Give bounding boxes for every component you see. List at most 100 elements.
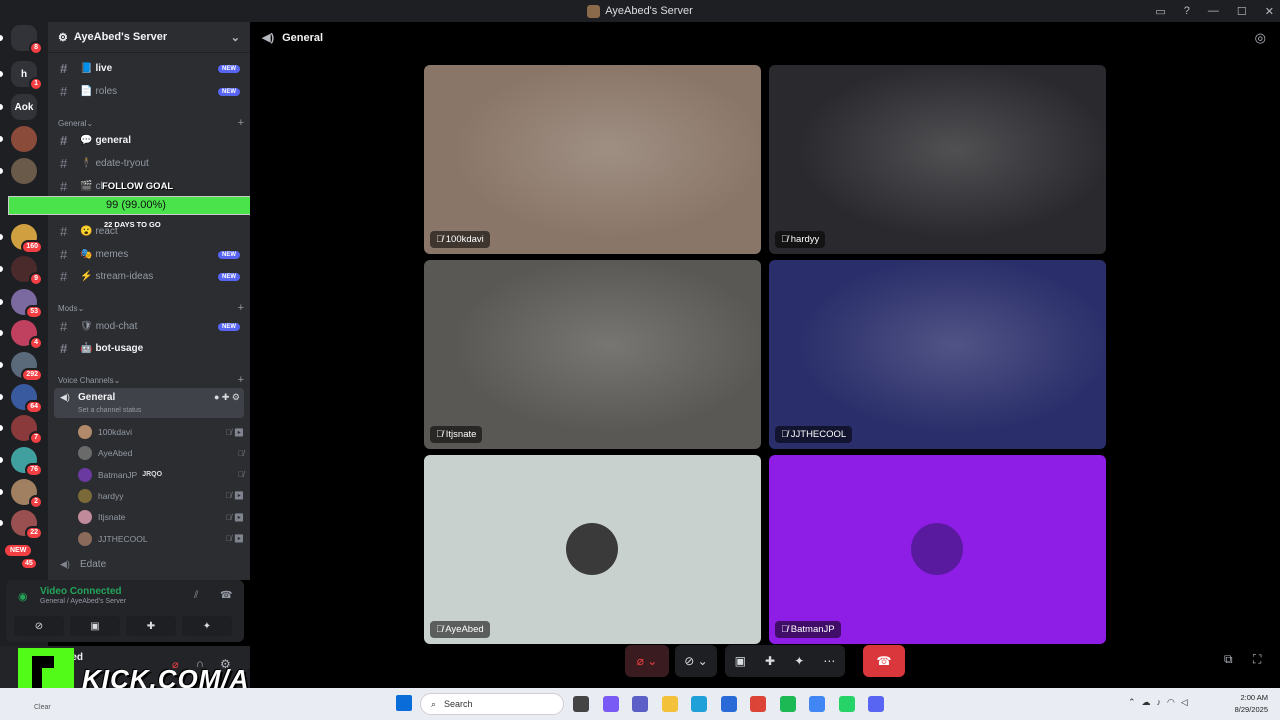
channel-edate-tryout[interactable]: # 🕴 edate-tryout: [54, 153, 244, 174]
voice-user[interactable]: BatmanJP JRQO 🎙̸: [78, 465, 244, 485]
server-h-icon[interactable]: h1: [11, 61, 43, 91]
store-icon[interactable]: [720, 696, 737, 712]
screen-share-button[interactable]: ▣ ✚ ✦ ⋯: [725, 645, 845, 677]
server-4-icon[interactable]: 9: [11, 256, 43, 286]
category-general[interactable]: General ⌄ +: [58, 117, 244, 129]
taskbar-clock[interactable]: 2:00 AM 8/29/2025: [1235, 692, 1268, 716]
video-tile-jjthecool[interactable]: 🎙̸ JJTHECOOL: [769, 260, 1106, 449]
add-channel-icon[interactable]: +: [238, 117, 244, 129]
chevron-down-icon: ⌄: [86, 118, 94, 128]
teams-icon[interactable]: [632, 696, 648, 712]
edge-icon[interactable]: [691, 696, 707, 712]
inbox-icon[interactable]: ▭: [1155, 5, 1165, 18]
channel-live[interactable]: # 📘 live NEW: [54, 58, 244, 79]
voice-user[interactable]: hardyy 🎙̸ ▶: [78, 486, 244, 506]
video-tile-itjsnate[interactable]: 🎙̸ Itjsnate: [424, 260, 761, 449]
video-tile-ayeabed[interactable]: 🎙̸ AyeAbed: [424, 455, 761, 644]
channel-memes[interactable]: # 🎭 memes NEW: [54, 244, 244, 265]
server-9-icon[interactable]: 7: [11, 415, 43, 445]
share-screen-button[interactable]: ▣: [70, 616, 120, 636]
close-button[interactable]: ✕: [1265, 5, 1274, 18]
voice-user[interactable]: JJTHECOOL 🎙̸ ▶: [78, 529, 244, 549]
maximize-button[interactable]: ☐: [1237, 5, 1247, 18]
discord-icon[interactable]: [868, 696, 884, 712]
speaker-icon: ◀): [60, 392, 70, 402]
screen-share-icon[interactable]: ▣: [735, 654, 746, 668]
server-8-icon[interactable]: 64: [11, 384, 43, 414]
clock-date: 8/29/2025: [1234, 705, 1268, 714]
camera-off-button[interactable]: ⊘: [14, 616, 64, 636]
channel-label: roles: [95, 86, 118, 97]
server-12-icon[interactable]: 22: [11, 510, 43, 540]
channel-stream-ideas[interactable]: # ⚡ stream-ideas NEW: [54, 266, 244, 287]
copilot-icon[interactable]: [602, 696, 619, 712]
chevron-down-icon: ⌄: [230, 31, 240, 44]
channel-bot-usage[interactable]: # 🤖 bot-usage: [54, 338, 244, 359]
hash-icon: #: [60, 156, 68, 171]
voice-channel-actions[interactable]: ● ✚ ⚙: [214, 392, 240, 403]
mention-badge: 4: [29, 336, 43, 350]
channel-roles[interactable]: # 📄 roles NEW: [54, 81, 244, 102]
fullscreen-icon[interactable]: ⛶: [1253, 652, 1261, 667]
voice-user[interactable]: AyeAbed 🎙̸: [78, 443, 244, 463]
voice-user[interactable]: Itjsnate 🎙̸ ▶: [78, 507, 244, 527]
whatsapp-icon[interactable]: [838, 696, 855, 712]
participant-name-tag: 🎙̸ hardyy: [775, 231, 826, 248]
file-explorer-icon[interactable]: [573, 696, 589, 712]
noise-suppression-icon[interactable]: ⫽: [194, 590, 198, 601]
chrome-profile-icon[interactable]: [809, 696, 825, 712]
popout-icon[interactable]: ⧉: [1224, 652, 1233, 667]
activity-icon[interactable]: ✚: [765, 654, 775, 668]
voice-channel-status[interactable]: Set a channel status: [78, 407, 141, 414]
voice-status-title[interactable]: Video Connected: [40, 586, 122, 597]
soundboard-icon[interactable]: ✦: [794, 654, 804, 668]
server-6-icon[interactable]: 4: [11, 320, 43, 350]
server-11-icon[interactable]: 2: [11, 479, 43, 509]
channel-general[interactable]: # 💬 general: [54, 130, 244, 151]
camera-button[interactable]: ⊘ ⌄: [675, 645, 717, 677]
video-tile-hardyy[interactable]: 🎙̸ hardyy: [769, 65, 1106, 254]
soundboard-button[interactable]: ✦: [182, 616, 232, 636]
video-tile-100kdavi[interactable]: 🎙̸ 100kdavi: [424, 65, 761, 254]
mention-badge: 64: [25, 400, 43, 414]
new-badge: NEW: [218, 250, 240, 259]
add-channel-icon[interactable]: +: [238, 302, 244, 314]
add-channel-icon[interactable]: +: [238, 374, 244, 386]
mute-button[interactable]: ⌀ ⌄: [625, 645, 669, 677]
leave-call-button[interactable]: ☎: [863, 645, 905, 677]
participant-name-tag: 🎙̸ 100kdavi: [430, 231, 490, 248]
folder-icon[interactable]: [661, 696, 678, 712]
server-1-icon[interactable]: [11, 126, 37, 152]
server-header[interactable]: ⚙ AyeAbed's Server ⌄: [48, 22, 250, 53]
video-tile-batmanjp[interactable]: 🎙̸ BatmanJP: [769, 455, 1106, 644]
more-icon[interactable]: ⋯: [823, 654, 835, 668]
server-10-icon[interactable]: 76: [11, 447, 43, 477]
windows-start-icon[interactable]: [396, 695, 412, 711]
server-5-icon[interactable]: 53: [11, 289, 43, 319]
minimize-button[interactable]: —: [1208, 5, 1219, 17]
channel-emoji-icon: 🕴: [80, 158, 93, 169]
weather-text[interactable]: Clear: [34, 704, 51, 711]
threads-icon[interactable]: ◎: [1255, 30, 1266, 46]
category-mods[interactable]: Mods ⌄ +: [58, 302, 244, 314]
help-icon[interactable]: ?: [1184, 5, 1190, 17]
voice-user[interactable]: 100kdavi 🎙̸ ▶: [78, 422, 244, 442]
channel-emoji-icon: 🛡: [80, 321, 93, 332]
disconnect-icon[interactable]: ☎: [220, 590, 232, 601]
tray-icons[interactable]: ⌃☁♪◠◁: [1128, 697, 1194, 708]
voice-channel-general[interactable]: ◀) General Set a channel status ● ✚ ⚙: [54, 388, 244, 418]
server-aok-icon[interactable]: Aok: [11, 94, 37, 120]
category-voice[interactable]: Voice Channels ⌄ +: [58, 374, 244, 386]
voice-status-subtitle[interactable]: General / AyeAbed's Server: [40, 598, 126, 605]
server-7-icon[interactable]: 292: [11, 352, 43, 382]
discord-home-icon[interactable]: 8: [11, 25, 43, 55]
channel-mod-chat[interactable]: # 🛡 mod-chat NEW: [54, 316, 244, 337]
chrome-icon[interactable]: [750, 696, 766, 712]
taskbar-search[interactable]: ⌕ Search: [420, 693, 564, 715]
spotify-icon[interactable]: [779, 696, 796, 712]
new-servers-badge[interactable]: NEW: [5, 545, 32, 556]
voice-user-name: hardyy: [98, 490, 124, 501]
activity-button[interactable]: ✚: [126, 616, 176, 636]
search-icon: ⌕: [431, 698, 437, 709]
voice-channel-edate[interactable]: ◀) Edate: [54, 554, 244, 575]
